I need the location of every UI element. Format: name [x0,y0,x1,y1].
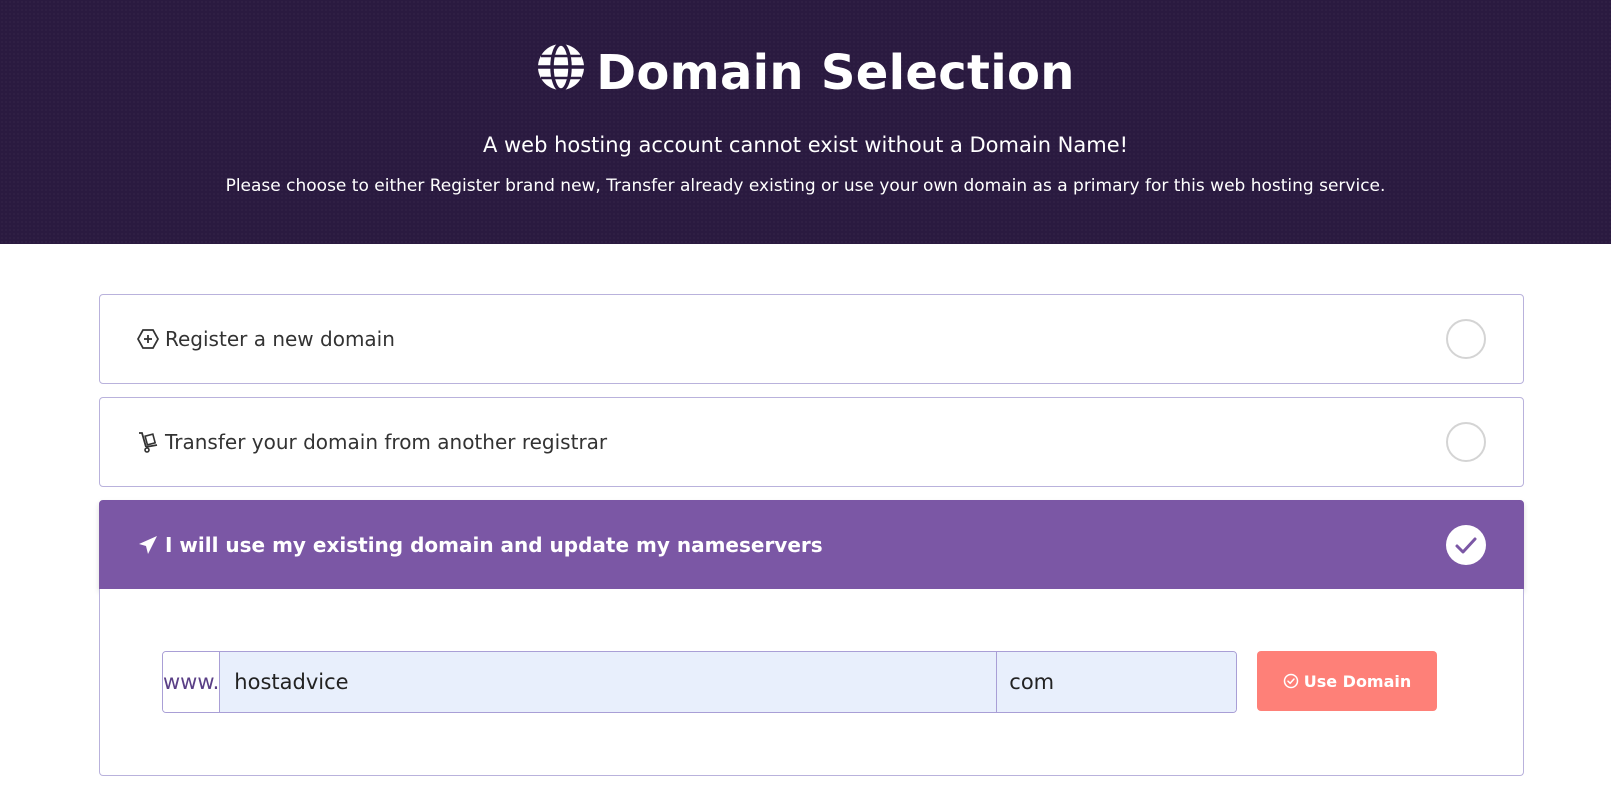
hexagon-plus-icon [137,328,159,350]
page-title: Domain Selection [0,42,1611,104]
page-title-text: Domain Selection [596,45,1075,101]
option-label: Transfer your domain from another regist… [165,430,608,454]
check-circle-icon [1283,673,1298,689]
checkmark-icon [1455,537,1477,553]
globe-icon [536,42,586,104]
www-prefix: www. [163,652,221,712]
option-radio-checked[interactable] [1446,524,1486,565]
hero-description: Please choose to either Register brand n… [225,176,1386,196]
option-transfer-domain[interactable]: Transfer your domain from another regist… [99,397,1524,487]
paper-plane-icon [137,534,159,556]
hero-subtitle: A web hosting account cannot exist witho… [482,133,1129,157]
hand-truck-icon [137,431,159,453]
option-existing-domain[interactable]: I will use my existing domain and update… [99,500,1524,589]
option-label: Register a new domain [165,327,395,351]
hero-banner: Domain Selection A web hosting account c… [0,0,1611,244]
option-radio[interactable] [1446,319,1486,359]
domain-name-input[interactable] [220,652,998,712]
use-domain-button[interactable]: Use Domain [1257,651,1437,711]
existing-domain-panel: www. Use Domain [99,589,1524,776]
domain-input-group: www. [162,651,1237,713]
use-domain-button-label: Use Domain [1303,671,1412,691]
tld-input[interactable] [997,652,1236,712]
option-label: I will use my existing domain and update… [165,532,823,557]
option-radio[interactable] [1446,422,1486,462]
option-register-domain[interactable]: Register a new domain [99,294,1524,384]
